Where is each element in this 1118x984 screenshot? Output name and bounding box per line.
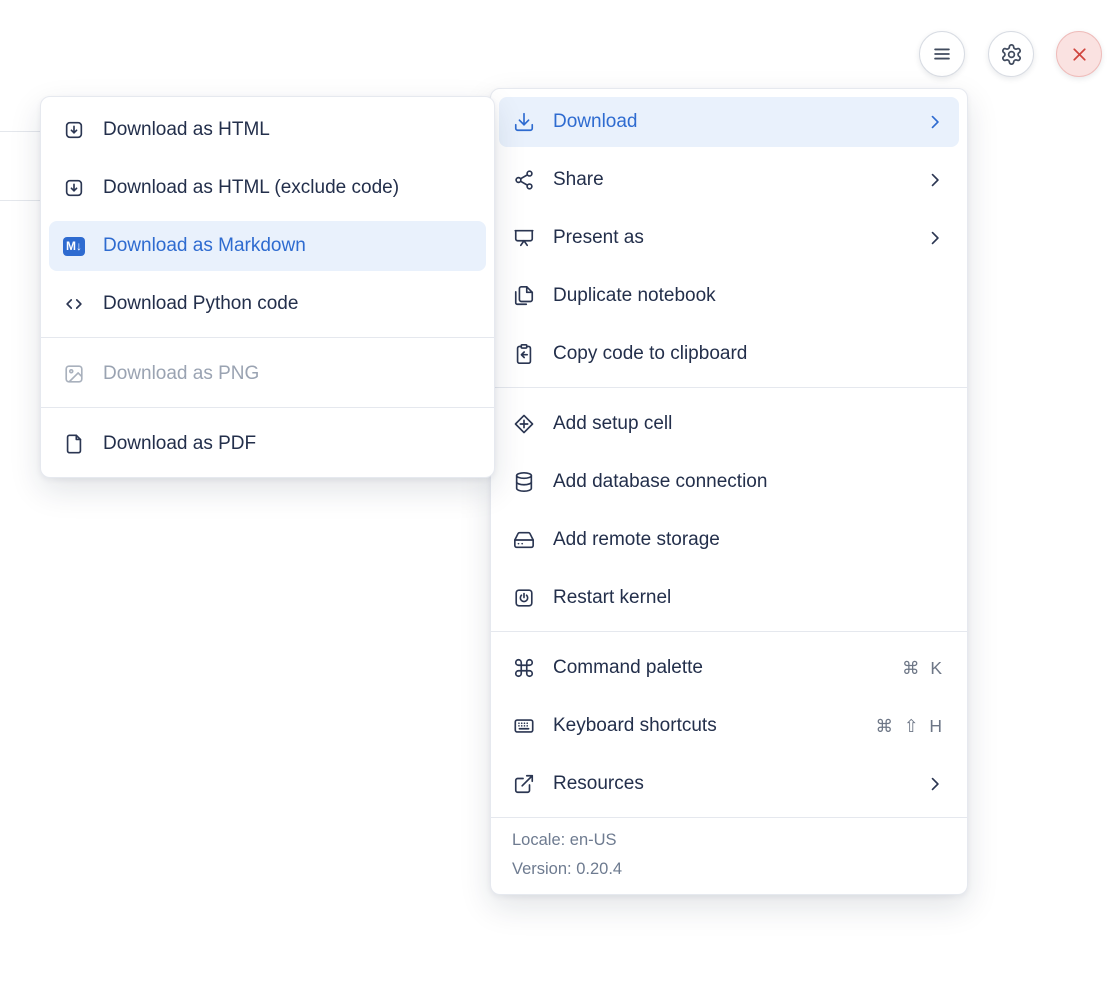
menu-item-label: Download as PNG <box>103 363 472 385</box>
menu-item-restart-kernel[interactable]: Restart kernel <box>499 573 959 623</box>
menu-item-label: Restart kernel <box>553 587 945 609</box>
menu-item-label: Download <box>553 111 907 133</box>
notebook-actions-menu: Download Share Present <box>490 88 968 895</box>
menu-item-keyboard-shortcuts[interactable]: Keyboard shortcuts ⌘ ⇧ H <box>499 701 959 751</box>
menu-item-label: Present as <box>553 227 907 249</box>
menu-item-label: Download as PDF <box>103 433 472 455</box>
menu-item-duplicate-notebook[interactable]: Duplicate notebook <box>499 271 959 321</box>
menu-separator <box>491 631 967 632</box>
menu-item-label: Share <box>553 169 907 191</box>
settings-button[interactable] <box>988 31 1034 77</box>
close-icon <box>1069 44 1090 65</box>
chevron-right-icon <box>925 112 945 132</box>
markdown-badge-icon: M↓ <box>63 235 85 257</box>
keyboard-icon <box>513 715 535 737</box>
menu-item-label: Duplicate notebook <box>553 285 945 307</box>
file-download-icon <box>63 119 85 141</box>
menu-item-label: Add setup cell <box>553 413 945 435</box>
menu-item-add-database-connection[interactable]: Add database connection <box>499 457 959 507</box>
notebook-menu-button[interactable] <box>919 31 965 77</box>
menu-item-label: Resources <box>553 773 907 795</box>
notebook-page: Download Share Present <box>0 0 1118 984</box>
menu-item-label: Download Python code <box>103 293 472 315</box>
chevron-right-icon <box>925 774 945 794</box>
duplicate-icon <box>513 285 535 307</box>
menu-item-label: Download as HTML <box>103 119 472 141</box>
submenu-item-download-as-html[interactable]: Download as HTML <box>49 105 486 155</box>
menu-item-command-palette[interactable]: Command palette ⌘ K <box>499 643 959 693</box>
menu-separator <box>41 337 494 338</box>
menu-item-label: Add remote storage <box>553 529 945 551</box>
locale-text: Locale: en-US <box>512 831 946 850</box>
hard-drive-icon <box>513 529 535 551</box>
page-divider-line <box>0 131 41 132</box>
menu-item-copy-code[interactable]: Copy code to clipboard <box>499 329 959 379</box>
menu-item-share[interactable]: Share <box>499 155 959 205</box>
power-icon <box>513 587 535 609</box>
code-icon <box>63 293 85 315</box>
command-icon <box>513 657 535 679</box>
menu-item-label: Copy code to clipboard <box>553 343 945 365</box>
file-download-icon <box>63 177 85 199</box>
submenu-item-download-as-png[interactable]: Download as PNG <box>49 349 486 399</box>
menu-item-present-as[interactable]: Present as <box>499 213 959 263</box>
share-icon <box>513 169 535 191</box>
external-link-icon <box>513 773 535 795</box>
submenu-item-download-python-code[interactable]: Download Python code <box>49 279 486 329</box>
menu-item-label: Command palette <box>553 657 884 679</box>
database-icon <box>513 471 535 493</box>
file-icon <box>63 433 85 455</box>
menu-separator <box>491 387 967 388</box>
download-icon <box>513 111 535 133</box>
chevron-right-icon <box>925 228 945 248</box>
menu-item-label: Download as Markdown <box>103 235 472 257</box>
submenu-item-download-as-pdf[interactable]: Download as PDF <box>49 419 486 469</box>
menu-separator <box>41 407 494 408</box>
menu-item-resources[interactable]: Resources <box>499 759 959 809</box>
diamond-plus-icon <box>513 413 535 435</box>
presentation-icon <box>513 227 535 249</box>
gear-icon <box>1000 43 1023 66</box>
menu-item-label: Add database connection <box>553 471 945 493</box>
close-button[interactable] <box>1056 31 1102 77</box>
version-text: Version: 0.20.4 <box>512 860 946 879</box>
chevron-right-icon <box>925 170 945 190</box>
clipboard-copy-icon <box>513 343 535 365</box>
hamburger-icon <box>931 43 953 65</box>
shortcut-hint: ⌘ ⇧ H <box>875 716 945 737</box>
menu-item-add-remote-storage[interactable]: Add remote storage <box>499 515 959 565</box>
menu-item-label: Download as HTML (exclude code) <box>103 177 472 199</box>
download-submenu: Download as HTML Download as HTML (exclu… <box>40 96 495 478</box>
image-icon <box>63 363 85 385</box>
menu-item-download[interactable]: Download <box>499 97 959 147</box>
submenu-item-download-as-markdown[interactable]: M↓ Download as Markdown <box>49 221 486 271</box>
menu-item-label: Keyboard shortcuts <box>553 715 857 737</box>
submenu-item-download-as-html-exclude-code[interactable]: Download as HTML (exclude code) <box>49 163 486 213</box>
menu-footer: Locale: en-US Version: 0.20.4 <box>491 817 967 894</box>
shortcut-hint: ⌘ K <box>902 658 945 679</box>
page-divider-line <box>0 200 41 201</box>
menu-item-add-setup-cell[interactable]: Add setup cell <box>499 399 959 449</box>
